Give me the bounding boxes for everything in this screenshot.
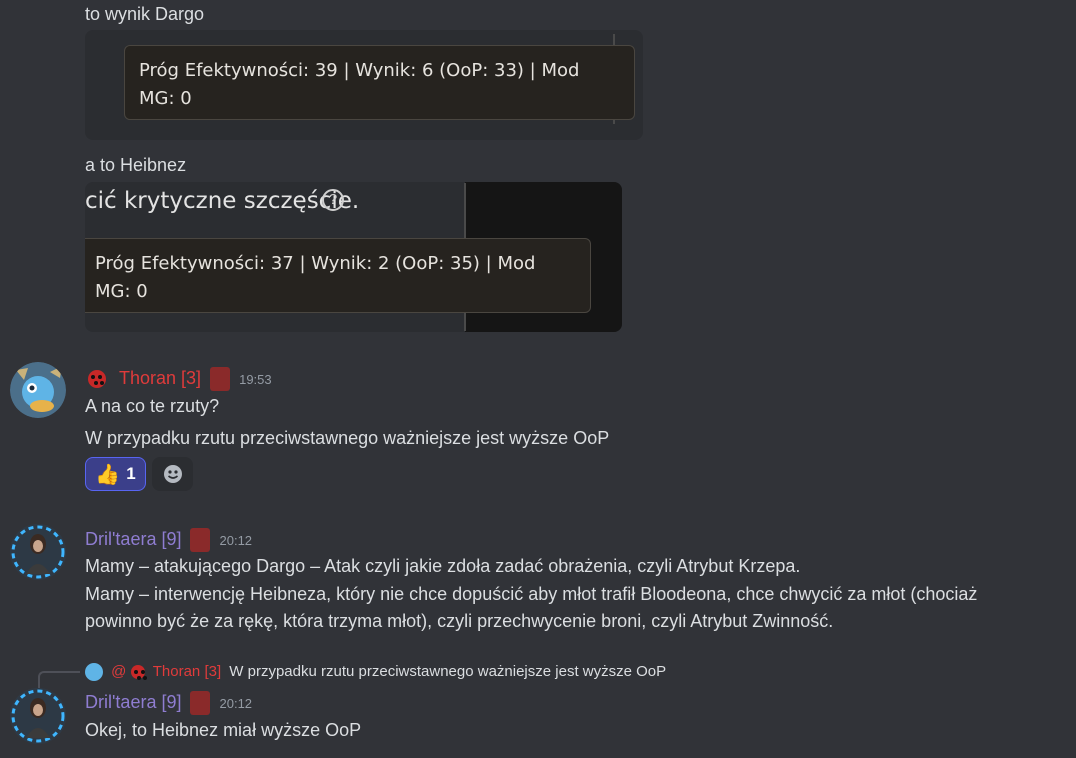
message-text: Okej, to Heibnez miał wyższe OoP xyxy=(85,720,362,740)
timestamp: 20:12 xyxy=(219,696,253,711)
reaction-thumbs-up[interactable]: 👍 1 xyxy=(85,457,146,491)
roll-result-line: Próg Efektywności: 37 | Wynik: 2 (OoP: 3… xyxy=(95,253,536,274)
roll-result-line: MG: 0 xyxy=(95,281,148,302)
message-text: A na co te rzuty? xyxy=(85,396,220,416)
username-row: Dril'taera [9] 20:12 xyxy=(85,527,252,553)
message-text: to wynik Dargo xyxy=(85,4,205,24)
roll-result-box: Próg Efektywności: 39 | Wynik: 6 (OoP: 3… xyxy=(124,45,635,120)
help-icon[interactable]: ? xyxy=(322,189,344,211)
roll-result-line: Próg Efektywności: 39 | Wynik: 6 (OoP: 3… xyxy=(139,60,580,81)
message-text: W przypadku rzutu przeciwstawnego ważnie… xyxy=(85,428,610,448)
add-reaction-button[interactable] xyxy=(152,457,193,491)
reaction-count: 1 xyxy=(126,464,136,483)
username[interactable]: Thoran [3] xyxy=(119,368,201,388)
message-text: a to Heibnez xyxy=(85,155,187,175)
character-avatar-icon xyxy=(10,524,66,580)
avatar-small-icon xyxy=(85,663,103,682)
message-text: powinno być że za rękę, która trzyma mło… xyxy=(85,611,834,631)
timestamp: 19:53 xyxy=(239,372,272,387)
ladybug-icon xyxy=(88,370,106,389)
role-badge-icon xyxy=(190,528,211,553)
role-badge-icon xyxy=(210,367,231,392)
reply-mention: @ xyxy=(111,663,127,680)
avatar[interactable] xyxy=(10,688,66,744)
reply-text: W przypadku rzutu przeciwstawnego ważnie… xyxy=(229,663,667,680)
message-text: Mamy – interwencję Heibneza, który nie c… xyxy=(85,584,978,604)
username[interactable]: Dril'taera [9] xyxy=(85,529,181,549)
avatar[interactable] xyxy=(10,362,66,418)
dragon-avatar-icon xyxy=(10,362,66,418)
role-badge-icon xyxy=(190,691,211,716)
avatar[interactable] xyxy=(10,524,66,580)
username-row: Dril'taera [9] 20:12 xyxy=(85,690,252,716)
message-text: Mamy – atakującego Dargo – Atak czyli ja… xyxy=(85,556,801,576)
username-row: Thoran [3] 19:53 xyxy=(88,366,272,392)
crit-text: cić krytyczne szczęście. xyxy=(85,188,360,214)
reply-username[interactable]: Thoran [3] xyxy=(153,663,221,680)
username[interactable]: Dril'taera [9] xyxy=(85,692,181,712)
thumbs-up-icon: 👍 xyxy=(95,462,121,486)
add-reaction-icon xyxy=(163,465,182,483)
character-avatar-icon xyxy=(10,688,66,744)
reply-preview[interactable]: @ Thoran [3] W przypadku rzutu przeciwst… xyxy=(85,661,666,683)
timestamp: 20:12 xyxy=(219,533,253,548)
roll-result-box: Próg Efektywności: 37 | Wynik: 2 (OoP: 3… xyxy=(85,238,591,313)
reply-connector xyxy=(38,671,80,689)
roll-result-line: MG: 0 xyxy=(139,88,192,109)
ladybug-icon xyxy=(130,665,145,680)
